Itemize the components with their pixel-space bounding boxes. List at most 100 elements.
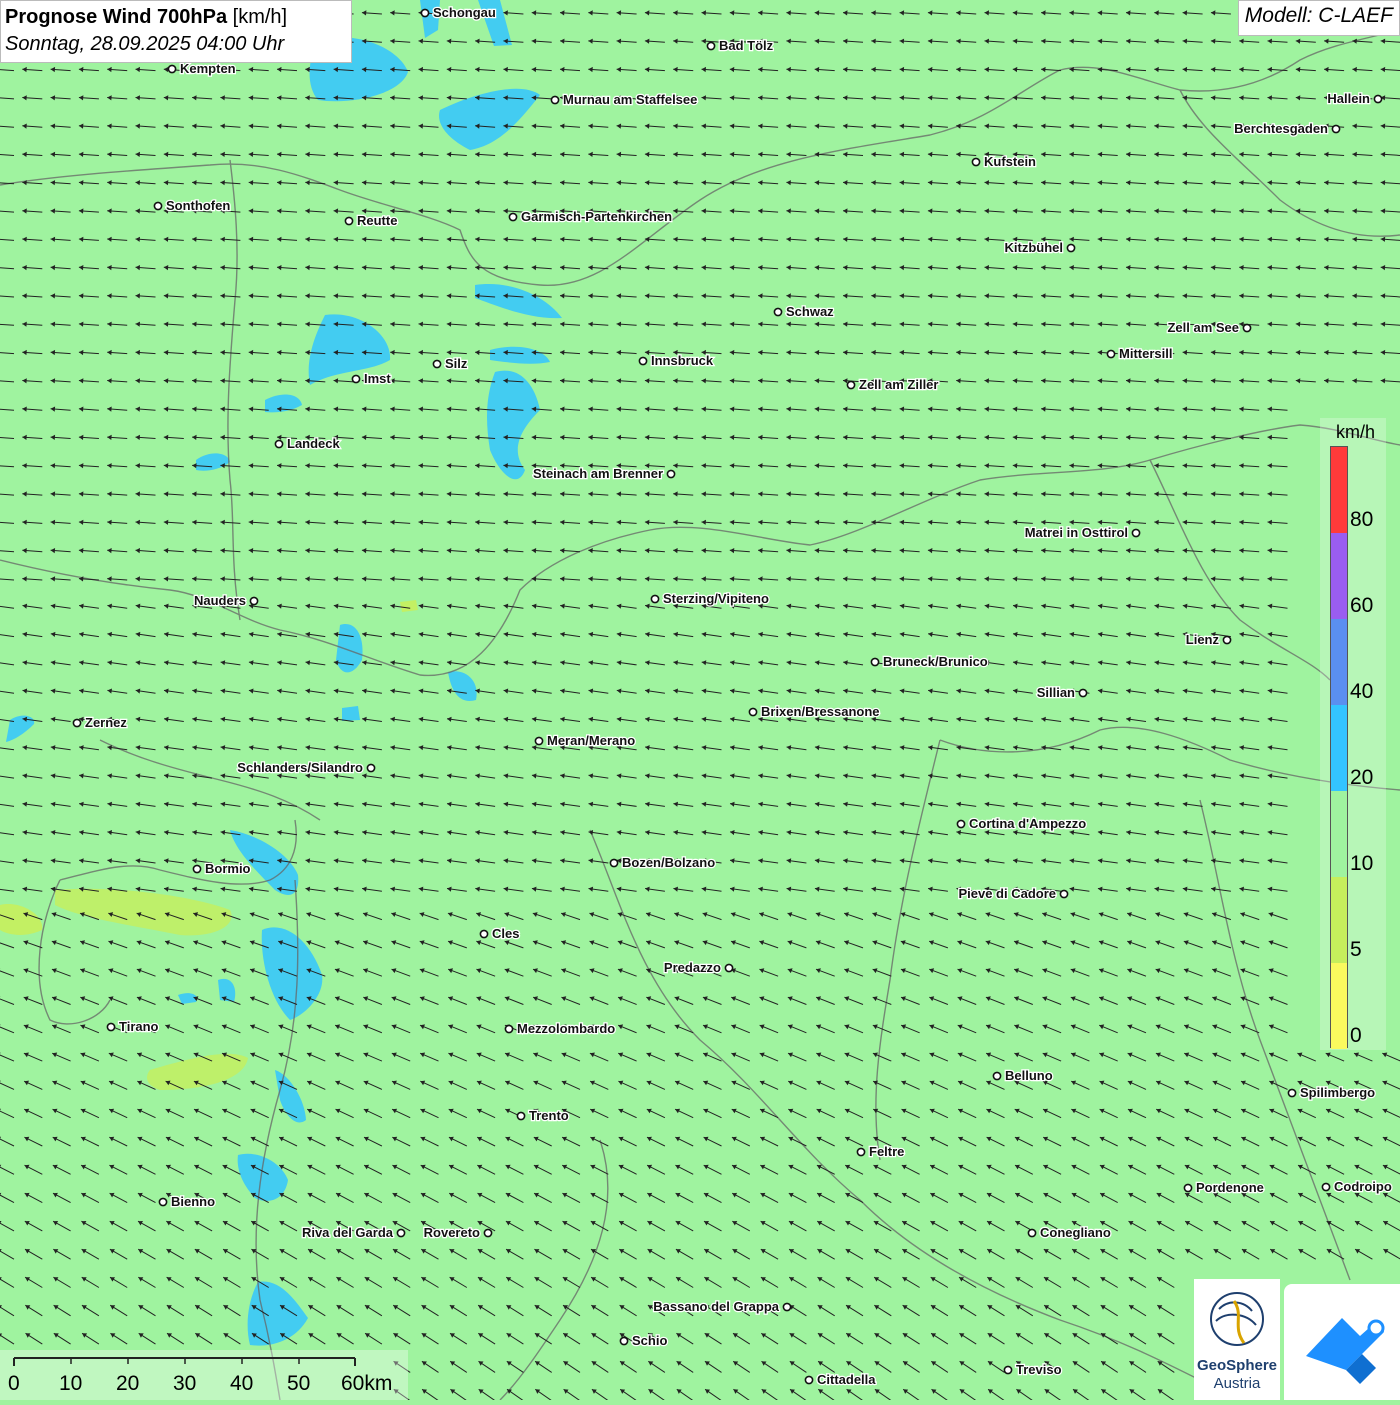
scale-label-30: 30 [173, 1372, 196, 1396]
city-label: Zell am See [1167, 320, 1239, 335]
city-label: Cittadella [817, 1372, 876, 1387]
app-logo[interactable] [1284, 1284, 1400, 1400]
city-label: Schongau [433, 5, 496, 20]
city-label: Matrei in Osttirol [1025, 525, 1128, 540]
city-label: Innsbruck [651, 353, 714, 368]
city-label: Zell am Ziller [859, 377, 938, 392]
city-marker [749, 708, 756, 715]
city-marker [1374, 95, 1381, 102]
scale-ruler [0, 1350, 408, 1372]
city-marker [1332, 125, 1339, 132]
scale-label-20: 20 [116, 1372, 139, 1396]
city-label: Bormio [205, 861, 251, 876]
city-label: Sterzing/Vipiteno [663, 591, 769, 606]
scale-label-0: 0 [8, 1372, 20, 1396]
city-label: Rovereto [424, 1225, 480, 1240]
city-marker [774, 308, 781, 315]
city-label: Bozen/Bolzano [622, 855, 715, 870]
geosphere-name: GeoSphere [1194, 1357, 1280, 1374]
city-marker [1004, 1366, 1011, 1373]
city-label: Cortina d'Ampezzo [969, 816, 1086, 831]
city-marker [871, 658, 878, 665]
city-label: Nauders [194, 593, 246, 608]
city-marker [159, 1198, 166, 1205]
city-marker [1243, 324, 1250, 331]
city-marker [168, 65, 175, 72]
city-label: Imst [364, 371, 391, 386]
city-label: Landeck [287, 436, 341, 451]
title-box: Prognose Wind 700hPa [km/h] Sonntag, 28.… [0, 0, 352, 63]
city-label: Zernez [85, 715, 127, 730]
city-marker [73, 719, 80, 726]
legend-label-60: 60 [1350, 594, 1373, 618]
city-marker [847, 381, 854, 388]
city-label: Brixen/Bressanone [761, 704, 880, 719]
legend-label-40: 40 [1350, 680, 1373, 704]
city-marker [1060, 890, 1067, 897]
city-marker [651, 595, 658, 602]
city-label: Trento [529, 1108, 569, 1123]
city-marker [397, 1229, 404, 1236]
legend-seg-5 [1331, 877, 1347, 963]
city-label: Mezzolombardo [517, 1021, 615, 1036]
legend-seg-0 [1331, 963, 1347, 1049]
city-label: Steinach am Brenner [533, 466, 663, 481]
city-marker [484, 1229, 491, 1236]
city-marker [480, 930, 487, 937]
legend-label-5: 5 [1350, 938, 1362, 962]
city-label: Conegliano [1040, 1225, 1111, 1240]
city-marker [1322, 1183, 1329, 1190]
city-marker [107, 1023, 114, 1030]
legend-colorbar [1330, 446, 1348, 1048]
city-label: Tirano [119, 1019, 159, 1034]
city-marker [154, 202, 161, 209]
city-label: Codroipo [1334, 1179, 1392, 1194]
city-marker [1132, 529, 1139, 536]
city-label: Pieve di Cadore [958, 886, 1056, 901]
map-title: Prognose Wind 700hPa [km/h] [5, 4, 347, 31]
geosphere-mark-icon [1194, 1279, 1280, 1357]
title-unit: [km/h] [233, 6, 287, 28]
city-label: Schio [632, 1333, 667, 1348]
weather-app-icon [1284, 1284, 1400, 1400]
color-legend: km/h 80 60 40 20 10 5 0 [1320, 418, 1386, 1050]
city-label: Spilimbergo [1300, 1085, 1375, 1100]
legend-seg-60 [1331, 533, 1347, 619]
city-label: Meran/Merano [547, 733, 635, 748]
city-marker [193, 865, 200, 872]
city-label: Silz [445, 356, 468, 371]
city-label: Schlanders/Silandro [237, 760, 363, 775]
city-marker [1079, 689, 1086, 696]
city-label: Sillian [1037, 685, 1075, 700]
legend-seg-40 [1331, 619, 1347, 705]
city-marker [857, 1148, 864, 1155]
geosphere-country: Austria [1194, 1375, 1280, 1392]
city-label: Predazzo [664, 960, 721, 975]
scale-bar: 0 10 20 30 40 50 60km [0, 1350, 408, 1400]
city-marker [1067, 244, 1074, 251]
city-label: Belluno [1005, 1068, 1053, 1083]
scale-label-60km: 60km [341, 1372, 392, 1396]
city-label: Kufstein [984, 154, 1036, 169]
city-label: Feltre [869, 1144, 904, 1159]
city-marker [517, 1112, 524, 1119]
city-label: Schwaz [786, 304, 834, 319]
city-label: Bad Tölz [719, 38, 774, 53]
city-label: Murnau am Staffelsee [563, 92, 697, 107]
city-marker [972, 158, 979, 165]
city-marker [1107, 350, 1114, 357]
city-label: Treviso [1016, 1362, 1062, 1377]
city-label: Bruneck/Brunico [883, 654, 988, 669]
city-marker [610, 859, 617, 866]
city-label: Riva del Garda [302, 1225, 394, 1240]
geosphere-logo[interactable]: GeoSphere Austria [1194, 1279, 1280, 1400]
forecast-datetime: Sonntag, 28.09.2025 04:00 Uhr [5, 31, 347, 58]
legend-label-0: 0 [1350, 1024, 1362, 1048]
scale-label-50: 50 [287, 1372, 310, 1396]
city-marker [367, 764, 374, 771]
city-marker [275, 440, 282, 447]
city-marker [551, 96, 558, 103]
city-marker [639, 357, 646, 364]
legend-label-10: 10 [1350, 852, 1373, 876]
city-marker [345, 217, 352, 224]
